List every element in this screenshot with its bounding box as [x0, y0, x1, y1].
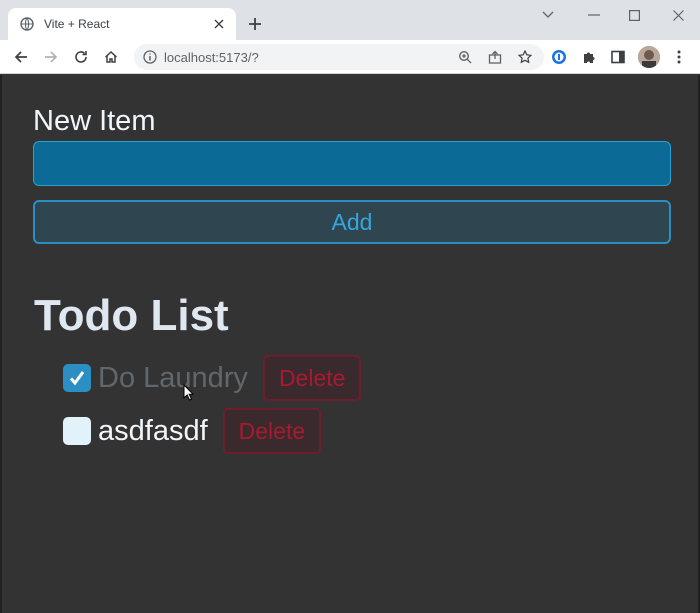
app-page: New Item Add Todo List Do Laundry Delete… [0, 75, 700, 613]
todo-text: asdfasdf [98, 414, 208, 447]
new-item-label: New Item [33, 105, 156, 137]
delete-button[interactable]: Delete [262, 355, 362, 401]
extension-1password-icon[interactable] [548, 46, 570, 68]
window-close-icon[interactable] [658, 0, 698, 30]
share-icon[interactable] [484, 46, 506, 68]
todo-item: asdfasdf Delete [63, 408, 322, 454]
home-icon[interactable] [100, 46, 122, 68]
todo-list-title: Todo List [34, 291, 229, 340]
todo-item: Do Laundry Delete [63, 355, 362, 401]
back-icon[interactable] [10, 46, 32, 68]
tab-title: Vite + React [44, 17, 110, 31]
sidepanel-icon[interactable] [607, 46, 629, 68]
plus-icon[interactable] [244, 13, 266, 35]
browser-tab[interactable]: Vite + React [8, 8, 236, 40]
close-icon[interactable] [210, 15, 228, 33]
new-item-input[interactable] [33, 141, 671, 186]
todo-checkbox-unchecked[interactable] [63, 417, 91, 445]
address-bar[interactable]: localhost:5173/? [134, 44, 544, 70]
todo-text: Do Laundry [98, 361, 248, 394]
reload-icon[interactable] [70, 46, 92, 68]
forward-icon[interactable] [40, 46, 62, 68]
zoom-icon[interactable] [454, 46, 476, 68]
info-icon[interactable] [142, 49, 158, 65]
browser-toolbar: localhost:5173/? [0, 40, 700, 74]
maximize-icon[interactable] [614, 0, 654, 30]
minimize-icon[interactable] [574, 0, 614, 30]
profile-avatar[interactable] [638, 46, 660, 68]
checkmark-icon [69, 371, 85, 386]
menu-kebab-icon[interactable] [668, 46, 690, 68]
add-button[interactable]: Add [33, 200, 671, 244]
delete-button[interactable]: Delete [222, 408, 322, 454]
mouse-cursor-icon [183, 384, 195, 401]
url-text[interactable]: localhost:5173/? [164, 50, 454, 65]
star-icon[interactable] [514, 46, 536, 68]
puzzle-icon[interactable] [578, 46, 600, 68]
chevron-down-icon[interactable] [528, 0, 568, 30]
todo-checkbox-checked[interactable] [63, 364, 91, 392]
globe-icon [20, 17, 34, 31]
browser-titlebar: Vite + React [0, 0, 700, 40]
